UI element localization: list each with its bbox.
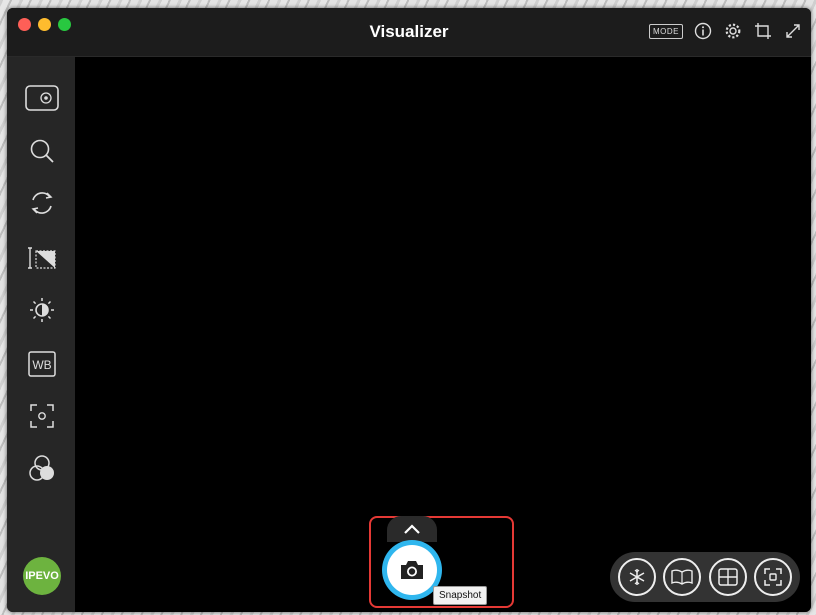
mirror-icon[interactable]	[24, 240, 60, 276]
split-icon[interactable]	[708, 558, 747, 596]
focus-icon[interactable]	[24, 398, 60, 434]
capture-area-icon[interactable]	[754, 558, 793, 596]
expand-icon[interactable]	[783, 21, 803, 41]
ipevo-logo: IPEVO	[23, 557, 61, 595]
camera-source-icon[interactable]	[24, 80, 60, 116]
filter-icon[interactable]	[24, 451, 60, 487]
sidebar: WB IPEVO	[7, 57, 75, 612]
camera-icon	[401, 561, 423, 579]
freeze-icon[interactable]	[617, 558, 656, 596]
snapshot-tooltip: Snapshot	[433, 586, 488, 605]
magnifier-icon[interactable]	[24, 133, 60, 169]
snapshot-button-face	[387, 545, 437, 595]
chevron-up-icon	[404, 524, 420, 534]
info-icon[interactable]	[693, 21, 713, 41]
book-icon[interactable]	[663, 558, 702, 596]
title-bar: Visualizer MODE	[7, 8, 811, 57]
expand-panel-button[interactable]	[387, 516, 437, 542]
mode-button[interactable]: MODE	[649, 23, 683, 39]
gear-icon[interactable]	[723, 21, 743, 41]
brightness-icon[interactable]	[24, 292, 60, 328]
wb-label: WB	[32, 358, 51, 372]
rotate-icon[interactable]	[24, 185, 60, 221]
crop-icon[interactable]	[753, 21, 773, 41]
bottom-toolbar	[610, 552, 800, 602]
visualizer-window: Visualizer MODE WB IPEVO Snapshot	[7, 8, 811, 612]
wb-icon[interactable]: WB	[24, 346, 60, 382]
titlebar-tools: MODE	[649, 21, 803, 41]
